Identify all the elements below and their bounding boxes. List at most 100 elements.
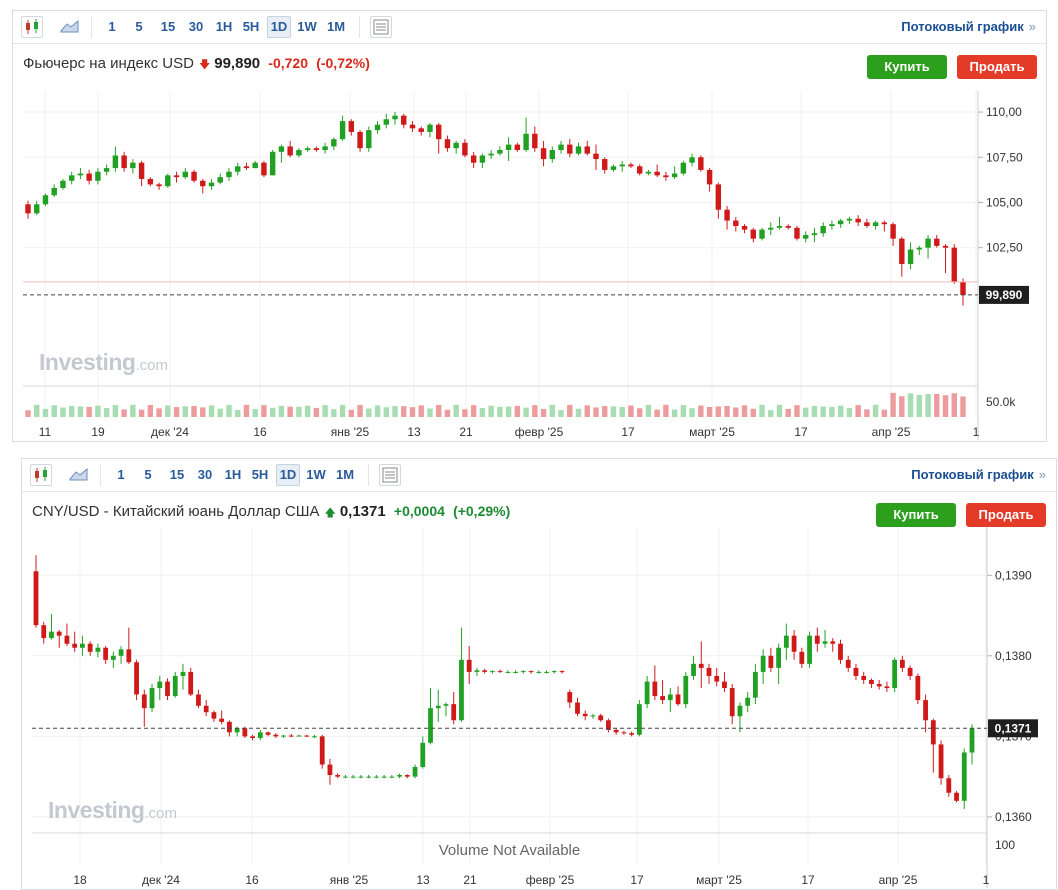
candle-body [243, 166, 250, 169]
candle-body [864, 222, 870, 226]
volume-bar [243, 404, 250, 417]
volume-bar [628, 405, 634, 417]
candle-body [680, 162, 687, 174]
candle-body [203, 705, 209, 713]
watermark-text: Investing [39, 349, 136, 375]
volume-bar [916, 394, 923, 417]
volume-bar [663, 404, 669, 417]
volume-bar [523, 407, 529, 417]
volume-not-available-label: Volume Not Available [439, 842, 580, 859]
volume-bar [138, 409, 145, 417]
candle-body [799, 651, 805, 664]
volume-bar [252, 409, 258, 417]
volume-bar [829, 406, 835, 417]
candle-body [41, 625, 47, 639]
candle-body [750, 229, 756, 239]
candle-body [374, 124, 381, 131]
candle-body [348, 121, 355, 132]
candle-body [753, 671, 758, 698]
volume-bar [689, 408, 695, 417]
candle-body [488, 153, 494, 156]
candle-body [287, 146, 293, 156]
candle-body [613, 729, 619, 733]
last-price-tag-label: 0,1371 [995, 721, 1032, 735]
candle-body [698, 157, 704, 170]
volume-bar [103, 408, 110, 417]
x-tick-label: янв '25 [330, 873, 369, 887]
candle-body [960, 282, 966, 295]
volume-bar [77, 406, 84, 417]
volume-bar [278, 405, 285, 417]
candle-body [636, 704, 642, 735]
candle-body [628, 164, 634, 167]
candle-body [907, 249, 914, 264]
volume-bar [759, 404, 765, 417]
volume-bar [453, 404, 459, 417]
candle-body [733, 220, 739, 226]
watermark-suffix: .com [135, 357, 168, 374]
candle-body [892, 659, 898, 689]
candle-body [838, 643, 843, 660]
candle-body [130, 162, 136, 169]
volume-bar [497, 406, 503, 417]
candle-body [652, 681, 658, 697]
candle-body [435, 124, 442, 140]
candle-body [250, 736, 255, 738]
volume-bar [235, 410, 241, 417]
candle-body [409, 124, 416, 129]
watermark-text: Investing [48, 797, 145, 823]
candle-body [621, 732, 627, 734]
volume-bar [619, 407, 625, 417]
volume-bar [357, 404, 363, 417]
candle-body [77, 173, 84, 176]
candle-body [269, 151, 276, 176]
candle-body [226, 721, 232, 733]
candle-body [149, 688, 155, 709]
x-tick-label: 17 [801, 873, 815, 887]
candle-body [474, 670, 480, 672]
candle-body [706, 667, 712, 676]
candle-body [103, 647, 109, 660]
x-tick-label: апр '25 [879, 873, 918, 887]
cny-usd-candlestick-chart[interactable]: 0,13900,13800,13700,136018дек '2416янв '… [22, 459, 1056, 889]
x-tick-label: апр '25 [872, 425, 911, 439]
candle-body [951, 247, 957, 283]
candle-body [211, 712, 217, 719]
candle-body [803, 235, 809, 239]
candle-body [698, 663, 704, 668]
candle-body [644, 681, 650, 705]
volume-bar [837, 405, 844, 417]
x-tick-label: 13 [407, 425, 421, 439]
volume-bar [514, 405, 521, 417]
volume-bar [872, 404, 879, 417]
candle-body [829, 224, 835, 226]
candle-body [118, 649, 124, 656]
candle-body [791, 635, 797, 652]
candle-body [401, 115, 407, 125]
volume-bar [435, 404, 442, 417]
candle-body [869, 679, 874, 684]
volume-bar [706, 406, 713, 417]
usd-index-candlestick-chart[interactable]: 110,00 107,50 105,00 102,50 11 19 дек '24 16 янв… [13, 11, 1046, 441]
candle-body [182, 171, 188, 178]
candle-body [335, 775, 341, 777]
candle-body [51, 188, 57, 196]
candle-body [549, 150, 556, 160]
candle-body [165, 175, 171, 187]
candle-body [242, 728, 248, 737]
candle-body [64, 635, 70, 644]
candle-body [34, 204, 40, 214]
x-tick-label: март '25 [689, 425, 735, 439]
candle-body [645, 171, 652, 174]
candle-body [667, 694, 673, 701]
candle-body [689, 157, 695, 163]
candle-body [121, 155, 127, 169]
volume-bar [785, 408, 791, 417]
candle-body [590, 715, 596, 717]
volume-bar [602, 406, 608, 417]
candle-body [540, 148, 547, 160]
candle-body [86, 173, 92, 181]
candle-body [110, 655, 116, 660]
candle-body [881, 222, 888, 225]
candle-body [80, 643, 85, 648]
